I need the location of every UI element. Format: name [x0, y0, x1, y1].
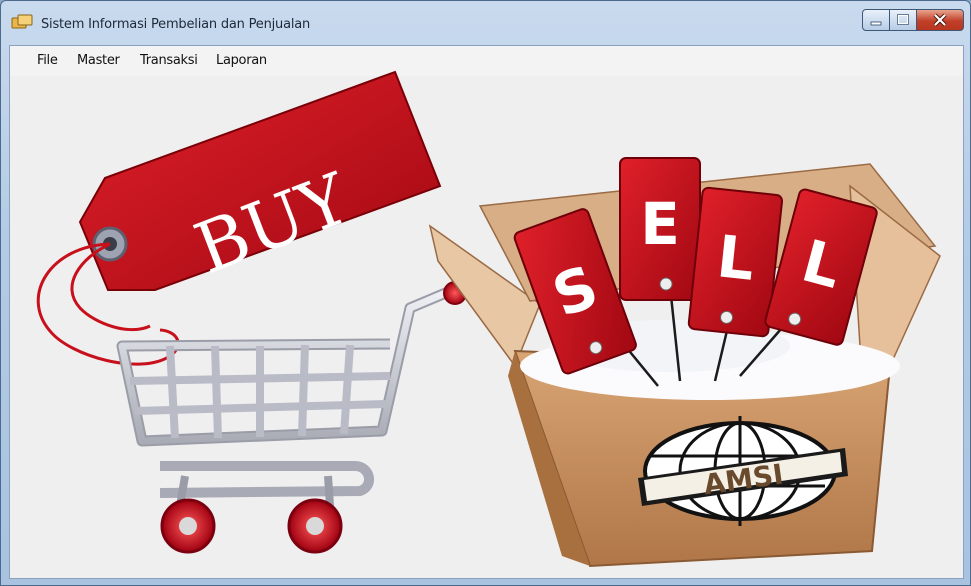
close-button[interactable] [916, 9, 964, 31]
maximize-icon [897, 14, 909, 25]
close-icon [933, 13, 947, 27]
banner-artwork: BUY S E L L AMSI [36, 70, 941, 568]
app-window: Sistem Informasi Pembelian dan Penjualan… [0, 0, 971, 586]
maximize-button[interactable] [889, 9, 917, 31]
minimize-icon [870, 21, 882, 26]
window-title: Sistem Informasi Pembelian dan Penjualan [41, 17, 311, 32]
client-area: File Master Transaksi Laporan BUY S E L … [9, 45, 964, 579]
sell-letter-l1: L [714, 222, 758, 293]
title-bar[interactable]: Sistem Informasi Pembelian dan Penjualan [1, 1, 970, 45]
buy-tag: BUY [36, 70, 442, 366]
sell-letter-e: E [640, 190, 680, 258]
shopping-cart-icon [116, 281, 467, 554]
app-icon [11, 14, 33, 29]
minimize-button[interactable] [862, 9, 890, 31]
sell-box: S E L L AMSI [428, 157, 941, 568]
